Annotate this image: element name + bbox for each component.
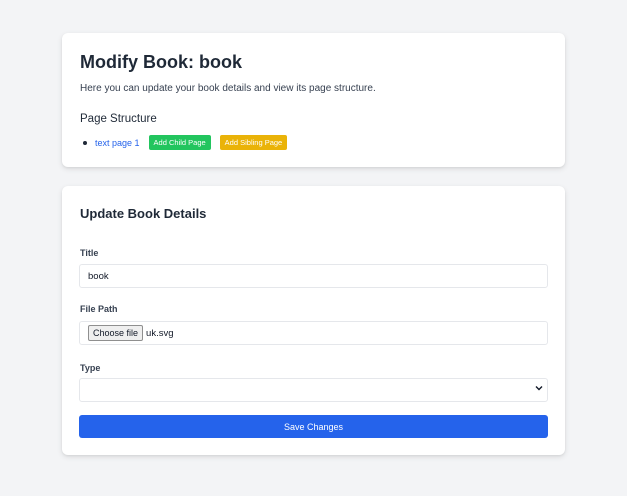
title-value: book: [88, 270, 109, 282]
file-name: uk.svg: [146, 327, 174, 339]
page-description: Here you can update your book details an…: [80, 83, 376, 94]
type-label: Type: [80, 363, 101, 373]
page-link[interactable]: text page 1: [95, 138, 140, 148]
file-path-input[interactable]: Choose file uk.svg: [79, 321, 548, 345]
add-sibling-page-button[interactable]: Add Sibling Page: [219, 135, 288, 150]
page-structure-heading: Page Structure: [80, 113, 157, 125]
save-changes-button[interactable]: Save Changes: [79, 415, 548, 438]
add-child-page-button[interactable]: Add Child Page: [148, 135, 211, 150]
page-title: Modify Book: book: [80, 52, 242, 72]
title-label: Title: [80, 248, 99, 258]
page-tree-item: text page 1 Add Child Page Add Sibling P…: [83, 135, 296, 150]
chevron-down-icon: [535, 384, 543, 395]
bullet-icon: [83, 140, 87, 145]
file-path-label: File Path: [80, 304, 118, 314]
update-book-card: Update Book Details Title book File Path…: [62, 186, 565, 455]
choose-file-button[interactable]: Choose file: [88, 325, 144, 341]
form-heading: Update Book Details: [80, 206, 207, 221]
title-input[interactable]: book: [79, 264, 548, 288]
type-select[interactable]: [79, 378, 548, 402]
book-overview-card: Modify Book: book Here you can update yo…: [62, 33, 565, 167]
